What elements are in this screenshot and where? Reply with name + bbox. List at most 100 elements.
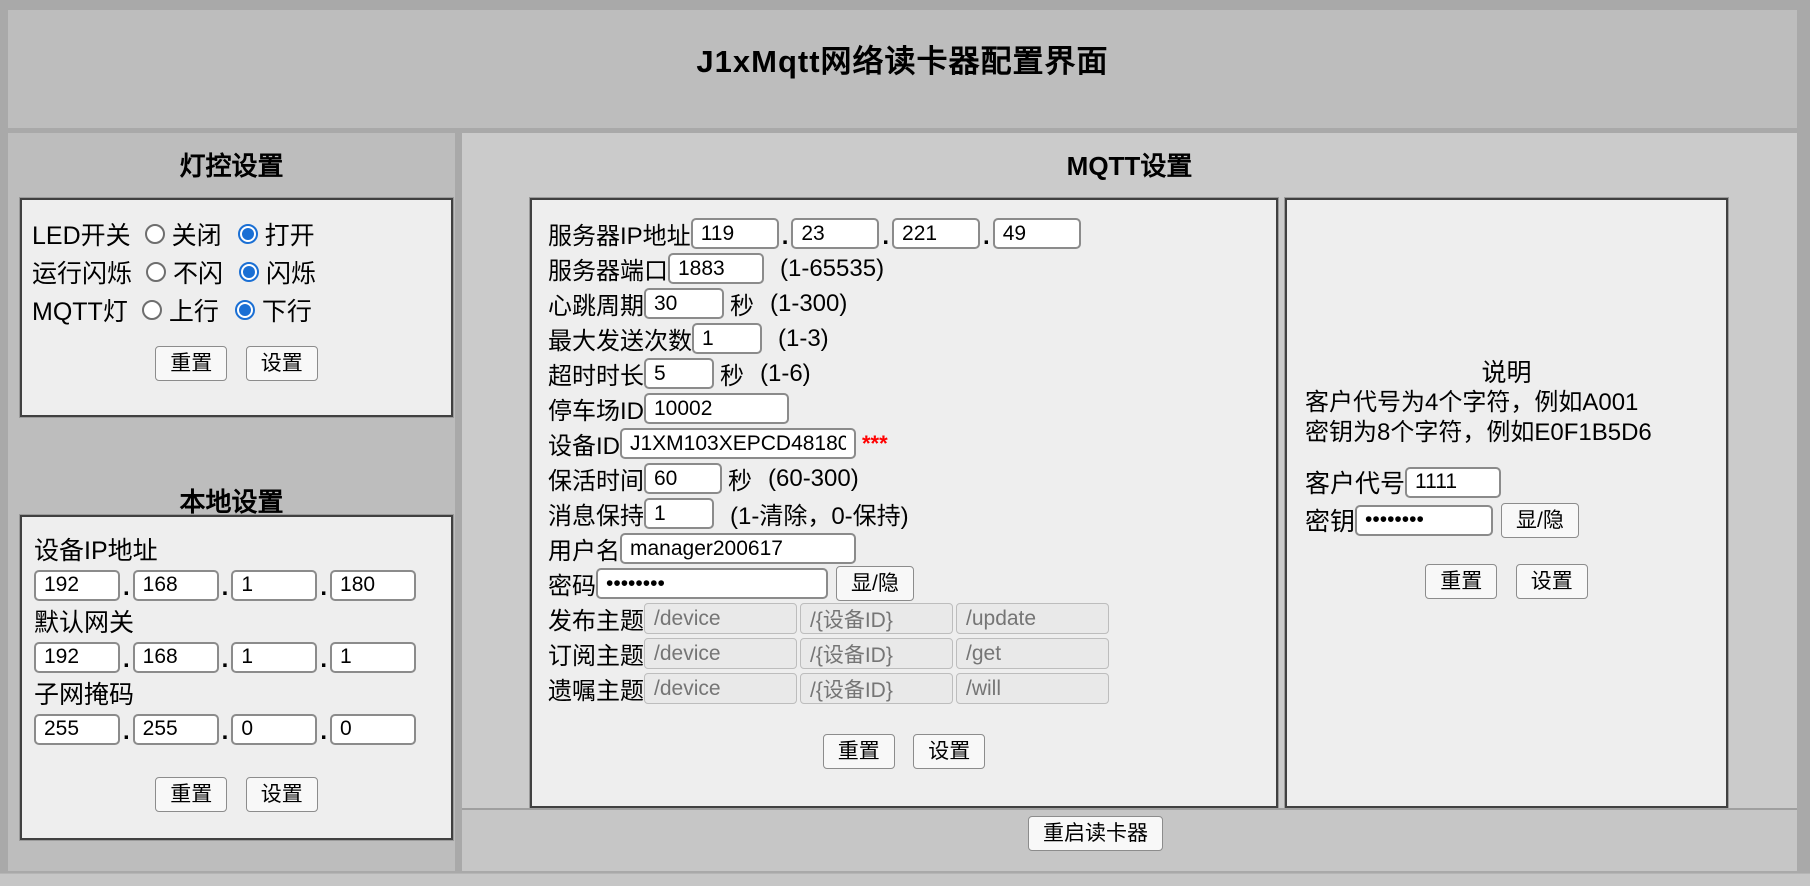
bottom-strip: 重启读卡器 (462, 808, 1797, 871)
mqtt-light-up-label: 上行 (169, 292, 219, 328)
light-reset-button[interactable]: 重置 (155, 346, 227, 381)
heartbeat-input[interactable] (644, 288, 724, 319)
gateway-octet4-input[interactable] (330, 642, 416, 673)
led-switch-label: LED开关 (32, 216, 131, 252)
device-ip-octet2-input[interactable] (133, 570, 219, 601)
secret-show-hide-button[interactable]: 显/隐 (1501, 503, 1579, 538)
mqtt-settings-title: MQTT设置 (462, 133, 1797, 185)
run-blink-option-off[interactable]: 不闪 (146, 254, 223, 290)
led-switch-off-label: 关闭 (172, 216, 222, 252)
publish-topic-row: 发布主题 (548, 601, 1276, 636)
subnet-mask-octet1-input[interactable] (34, 714, 120, 745)
device-ip-label: 设备IP地址 (34, 535, 451, 567)
client-code-row: 客户代号 (1287, 464, 1726, 500)
info-panel: 说明 客户代号为4个字符，例如A001 密钥为8个字符，例如E0F1B5D6 客… (1285, 198, 1728, 808)
server-ip-octet3-input[interactable] (892, 218, 980, 249)
device-ip-octet3-input[interactable] (231, 570, 317, 601)
device-id-input[interactable] (620, 428, 856, 459)
park-id-label: 停车场ID (548, 391, 644, 426)
device-ip-inputs: . . . (34, 567, 451, 603)
publish-topic-part1-input (644, 603, 797, 634)
server-ip-octet4-input[interactable] (993, 218, 1081, 249)
radio-checked-icon[interactable] (239, 262, 259, 282)
subnet-mask-octet4-input[interactable] (330, 714, 416, 745)
retain-input[interactable] (644, 498, 714, 529)
device-ip-octet4-input[interactable] (330, 570, 416, 601)
timeout-unit: 秒 (720, 356, 744, 391)
mqtt-light-option-down[interactable]: 下行 (235, 292, 312, 328)
keep-alive-row: 保活时间 秒 (60-300) (548, 461, 1276, 496)
subscribe-topic-part3-input (956, 638, 1109, 669)
park-id-input[interactable] (644, 393, 789, 424)
light-settings-title: 灯控设置 (8, 133, 455, 185)
gateway-inputs: . . . (34, 639, 451, 675)
led-switch-option-off[interactable]: 关闭 (145, 216, 222, 252)
secret-key-row: 密钥 显/隐 (1287, 502, 1726, 538)
heartbeat-row: 心跳周期 秒 (1-300) (548, 286, 1276, 321)
client-code-label: 客户代号 (1305, 464, 1405, 500)
retain-hint: (1-清除，0-保持) (730, 496, 909, 531)
page-header: J1xMqtt网络读卡器配置界面 (8, 10, 1797, 128)
mqtt-reset-button[interactable]: 重置 (823, 734, 895, 769)
light-set-button[interactable]: 设置 (246, 346, 318, 381)
info-line-client-code: 客户代号为4个字符，例如A001 (1287, 388, 1726, 418)
server-ip-label: 服务器IP地址 (548, 216, 691, 251)
gateway-octet3-input[interactable] (231, 642, 317, 673)
ip-dot-separator: . (317, 640, 330, 674)
subnet-mask-octet2-input[interactable] (133, 714, 219, 745)
server-port-row: 服务器端口 (1-65535) (548, 251, 1276, 286)
device-id-row: 设备ID *** (548, 426, 1276, 461)
keep-alive-input[interactable] (644, 463, 722, 494)
will-topic-row: 遗嘱主题 (548, 671, 1276, 706)
local-set-button[interactable]: 设置 (246, 777, 318, 812)
park-id-row: 停车场ID (548, 391, 1276, 426)
secret-key-input[interactable] (1355, 505, 1493, 536)
mqtt-set-button[interactable]: 设置 (913, 734, 985, 769)
ip-dot-separator: . (879, 217, 892, 251)
left-column: 灯控设置 LED开关 关闭 打开 运行闪烁 不闪 (8, 133, 455, 871)
timeout-row: 超时时长 秒 (1-6) (548, 356, 1276, 391)
run-blink-off-label: 不闪 (173, 254, 223, 290)
client-code-input[interactable] (1405, 467, 1501, 498)
device-id-required-mark: *** (862, 431, 888, 457)
password-show-hide-button[interactable]: 显/隐 (836, 566, 914, 601)
mqtt-light-label: MQTT灯 (32, 292, 128, 328)
radio-checked-icon[interactable] (235, 300, 255, 320)
username-input[interactable] (620, 533, 856, 564)
restart-reader-button[interactable]: 重启读卡器 (1028, 816, 1163, 851)
keep-alive-label: 保活时间 (548, 461, 644, 496)
radio-unchecked-icon[interactable] (145, 224, 165, 244)
ip-dot-separator: . (120, 640, 133, 674)
username-label: 用户名 (548, 531, 620, 566)
radio-checked-icon[interactable] (238, 224, 258, 244)
max-send-hint: (1-3) (778, 325, 829, 353)
run-blink-label: 运行闪烁 (32, 254, 132, 290)
password-input[interactable] (596, 568, 828, 599)
max-send-input[interactable] (692, 323, 762, 354)
server-port-hint: (1-65535) (780, 255, 884, 283)
heartbeat-label: 心跳周期 (548, 286, 644, 321)
light-settings-panel: LED开关 关闭 打开 运行闪烁 不闪 闪烁 (20, 198, 453, 417)
ip-dot-separator: . (219, 568, 232, 602)
horizontal-scrollbar[interactable] (0, 873, 1810, 886)
device-ip-octet1-input[interactable] (34, 570, 120, 601)
info-set-button[interactable]: 设置 (1516, 564, 1588, 599)
subnet-mask-octet3-input[interactable] (231, 714, 317, 745)
led-switch-option-on[interactable]: 打开 (238, 216, 315, 252)
timeout-hint: (1-6) (760, 360, 811, 388)
radio-unchecked-icon[interactable] (142, 300, 162, 320)
ip-dot-separator: . (317, 712, 330, 746)
radio-unchecked-icon[interactable] (146, 262, 166, 282)
timeout-input[interactable] (644, 358, 714, 389)
ip-dot-separator: . (120, 712, 133, 746)
local-reset-button[interactable]: 重置 (155, 777, 227, 812)
mqtt-light-option-up[interactable]: 上行 (142, 292, 219, 328)
gateway-octet2-input[interactable] (133, 642, 219, 673)
gateway-octet1-input[interactable] (34, 642, 120, 673)
run-blink-option-on[interactable]: 闪烁 (239, 254, 316, 290)
info-reset-button[interactable]: 重置 (1425, 564, 1497, 599)
server-ip-octet2-input[interactable] (791, 218, 879, 249)
ip-dot-separator: . (980, 217, 993, 251)
server-port-input[interactable] (668, 253, 764, 284)
server-ip-octet1-input[interactable] (691, 218, 779, 249)
